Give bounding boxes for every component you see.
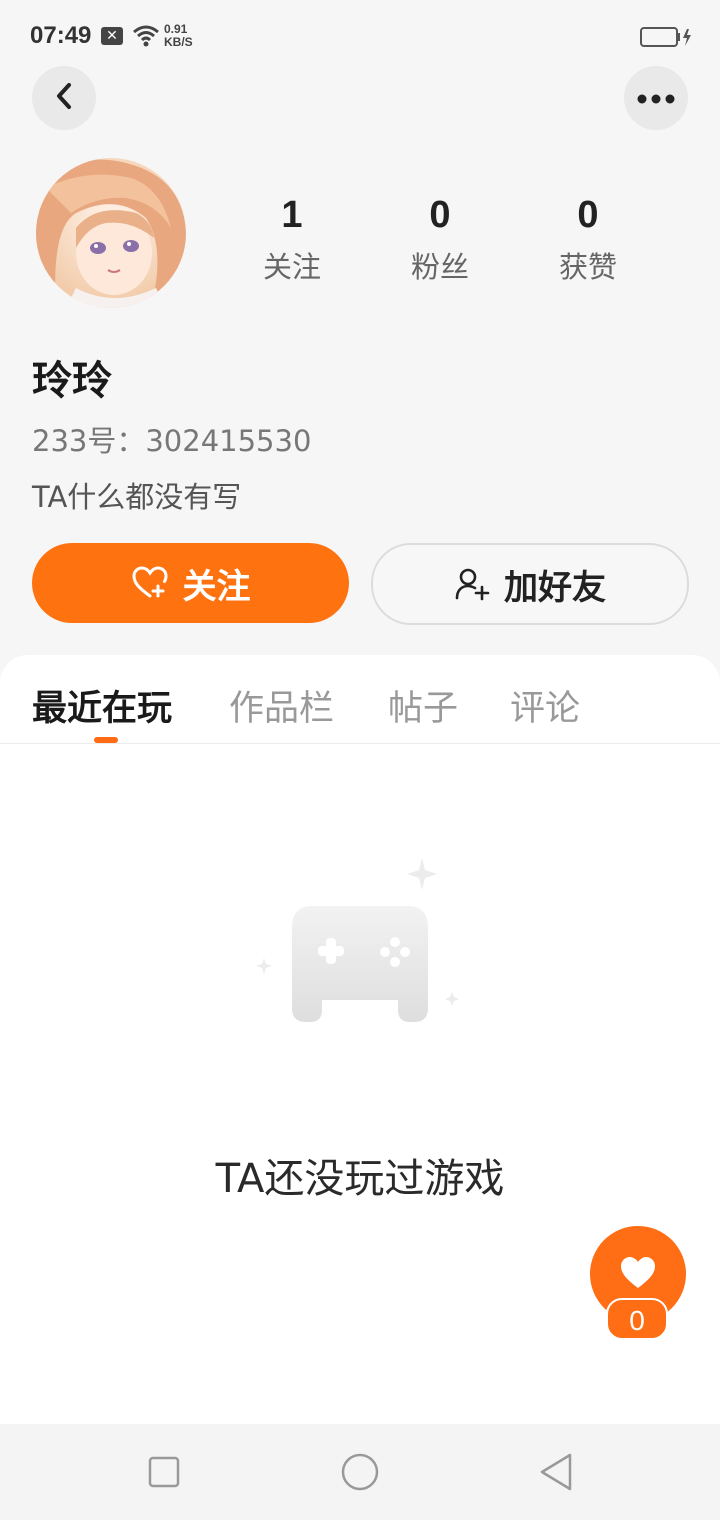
stat-following-label: 关注 bbox=[262, 250, 321, 284]
back-triangle-icon[interactable] bbox=[538, 1452, 574, 1496]
notification-icon: ✕ bbox=[101, 27, 123, 45]
more-horizontal-icon bbox=[637, 89, 675, 108]
network-speed-unit: KB/S bbox=[164, 35, 193, 49]
network-speed: 0.91 KB/S bbox=[164, 23, 193, 49]
add-friend-button-label: 加好友 bbox=[504, 567, 606, 608]
heart-icon bbox=[619, 1256, 657, 1294]
battery-icon bbox=[640, 27, 692, 51]
stat-following[interactable]: 1 关注 bbox=[232, 194, 352, 286]
chevron-left-icon bbox=[54, 82, 74, 114]
tab-works[interactable]: 作品栏 bbox=[229, 680, 334, 731]
like-count-badge: 0 bbox=[606, 1298, 668, 1340]
stat-fans[interactable]: 0 粉丝 bbox=[380, 194, 500, 286]
follow-button[interactable]: 关注 bbox=[32, 543, 349, 623]
stat-likes[interactable]: 0 获赞 bbox=[528, 194, 648, 286]
add-friend-button[interactable]: 加好友 bbox=[371, 543, 689, 625]
follow-button-label: 关注 bbox=[182, 566, 251, 607]
user-name: 玲玲 bbox=[32, 358, 112, 404]
heart-plus-icon bbox=[131, 566, 169, 600]
back-button[interactable] bbox=[32, 66, 96, 130]
stat-likes-count: 0 bbox=[577, 194, 599, 236]
tab-posts[interactable]: 帖子 bbox=[388, 680, 458, 731]
status-time: 07:49 bbox=[30, 22, 92, 49]
user-bio: TA什么都没有写 bbox=[32, 480, 242, 514]
wifi-icon bbox=[132, 25, 160, 51]
tab-recently-played[interactable]: 最近在玩 bbox=[32, 680, 172, 731]
avatar[interactable] bbox=[36, 158, 186, 308]
stat-fans-label: 粉丝 bbox=[410, 250, 469, 284]
more-options-button[interactable] bbox=[624, 66, 688, 130]
user-id: 233号：302415530 bbox=[32, 424, 312, 458]
add-user-icon bbox=[454, 566, 490, 602]
stat-following-count: 1 bbox=[281, 194, 303, 236]
stat-likes-label: 获赞 bbox=[558, 250, 617, 284]
gamepad-icon bbox=[250, 850, 470, 1034]
tab-divider bbox=[0, 743, 720, 744]
recents-square-icon[interactable] bbox=[148, 1456, 180, 1492]
stat-fans-count: 0 bbox=[429, 194, 451, 236]
home-circle-icon[interactable] bbox=[341, 1453, 379, 1495]
tab-comments[interactable]: 评论 bbox=[510, 680, 580, 731]
empty-state-message: TA还没玩过游戏 bbox=[215, 1156, 505, 1202]
